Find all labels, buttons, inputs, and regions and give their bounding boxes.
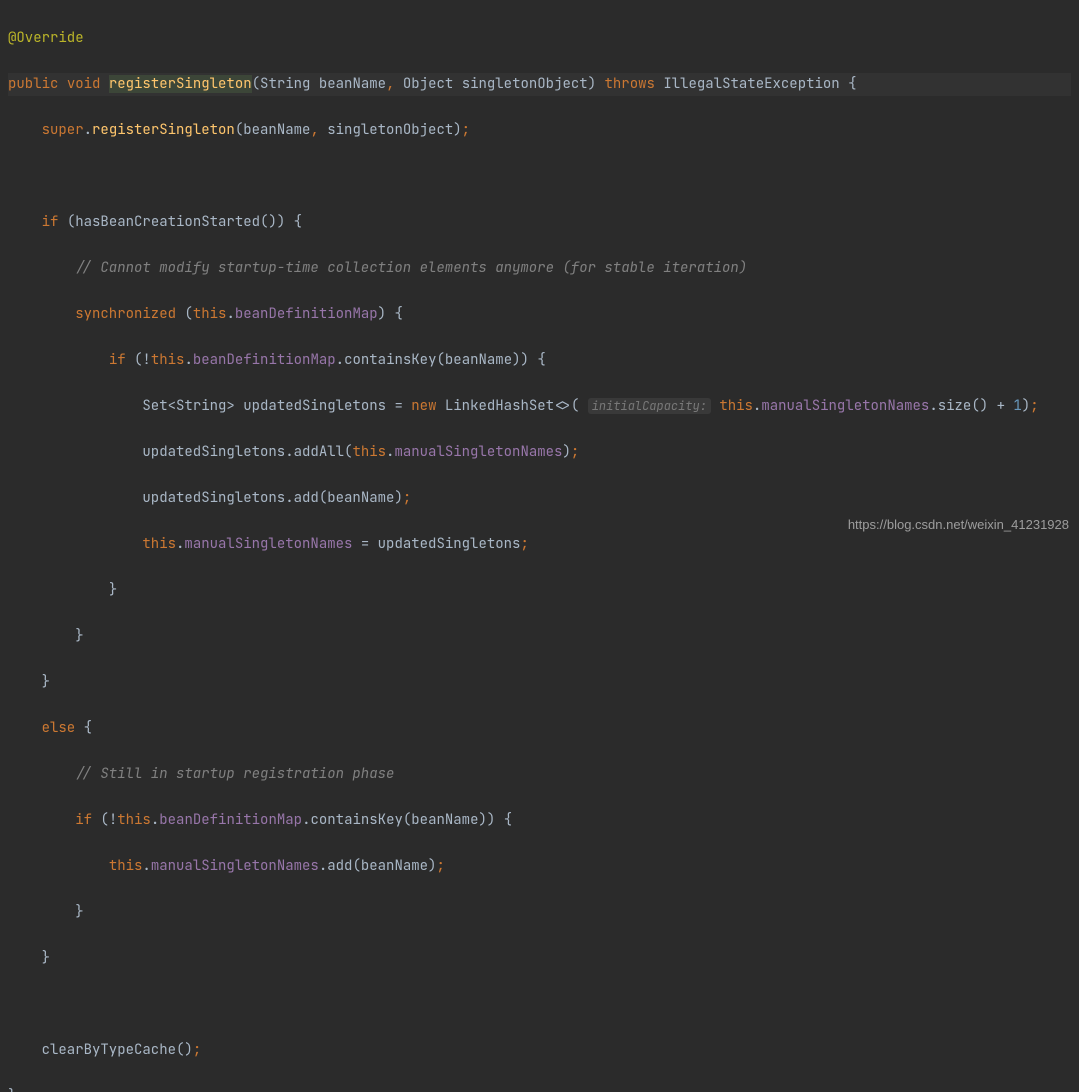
watermark: https://blog.csdn.net/weixin_41231928 — [848, 513, 1069, 536]
code-editor[interactable]: @Override public void registerSingleton(… — [0, 0, 1079, 1092]
method-name: registerSingleton — [109, 75, 252, 93]
method-signature-line: public void registerSingleton(String bea… — [8, 73, 1071, 96]
comment: // Still in startup registration phase — [75, 765, 394, 783]
parameter-hint: initialCapacity: — [588, 398, 711, 414]
comment: // Cannot modify startup-time collection… — [75, 259, 747, 277]
annotation: @Override — [8, 29, 84, 47]
